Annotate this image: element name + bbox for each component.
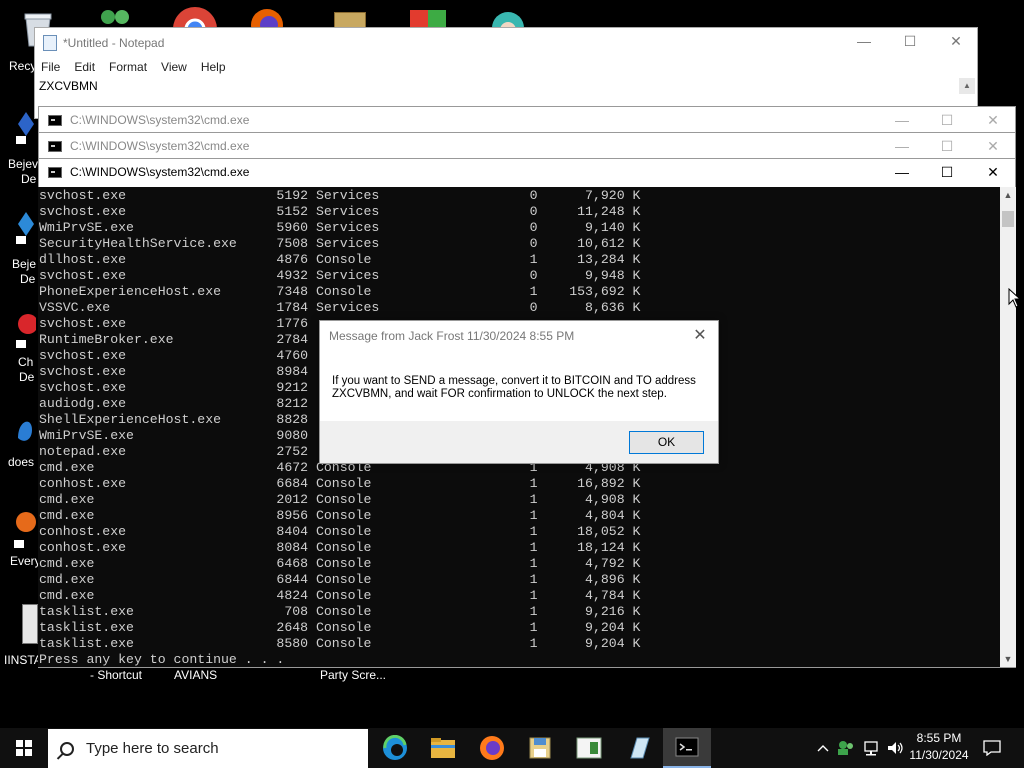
console-scrollbar[interactable]: ▲ ▼ bbox=[1000, 187, 1016, 667]
users-icon[interactable] bbox=[96, 8, 136, 28]
desktop-icon-label: AVIANS bbox=[174, 668, 218, 682]
notepad-title: *Untitled - Notepad bbox=[63, 35, 165, 50]
firefox-icon[interactable] bbox=[250, 8, 284, 28]
anime-icon[interactable] bbox=[486, 8, 530, 28]
maximize-button[interactable]: ☐ bbox=[932, 161, 962, 183]
taskbar-firefox[interactable] bbox=[468, 728, 516, 768]
floppy-icon bbox=[529, 737, 551, 759]
cmd-title: C:\WINDOWS\system32\cmd.exe bbox=[70, 113, 250, 127]
taskbar-floppy-app[interactable] bbox=[516, 728, 564, 768]
chuzzle-icon[interactable] bbox=[16, 312, 38, 350]
cmd-icon bbox=[675, 737, 699, 757]
windows-logo-icon bbox=[16, 740, 32, 756]
edge-icon bbox=[383, 735, 407, 760]
notepad-text-area[interactable]: ZXCVBMN bbox=[35, 77, 977, 93]
maximize-button[interactable]: ☐ bbox=[932, 109, 962, 131]
message-dialog[interactable]: Message from Jack Frost 11/30/2024 8:55 … bbox=[319, 320, 719, 464]
desktop-icon-label: Recy bbox=[9, 59, 37, 73]
close-button[interactable]: ✕ bbox=[978, 161, 1008, 183]
search-box[interactable]: Type here to search bbox=[48, 729, 368, 768]
game-icon[interactable] bbox=[14, 410, 36, 450]
desktop-icon-label: Party Scre... bbox=[320, 668, 387, 682]
tray-users-icon[interactable] bbox=[836, 728, 856, 768]
desktop-icon-label: Beje bbox=[12, 257, 37, 271]
cmd-icon bbox=[48, 114, 62, 126]
taskbar-edge[interactable] bbox=[371, 728, 419, 768]
clock-time: 8:55 PM bbox=[916, 731, 962, 745]
cmd-titlebar[interactable]: C:\WINDOWS\system32\cmd.exe bbox=[39, 107, 1015, 133]
desktop-icon-label: - Shortcut bbox=[90, 668, 143, 682]
menu-file[interactable]: File bbox=[41, 60, 60, 74]
bejeweled-icon[interactable] bbox=[16, 110, 36, 144]
close-button[interactable]: ✕ bbox=[941, 30, 971, 52]
close-button[interactable]: ✕ bbox=[978, 109, 1008, 131]
scroll-up-arrow[interactable]: ▲ bbox=[1000, 187, 1016, 203]
cmd-title: C:\WINDOWS\system32\cmd.exe bbox=[70, 139, 250, 153]
volume-icon[interactable] bbox=[884, 728, 906, 768]
menu-edit[interactable]: Edit bbox=[74, 60, 95, 74]
clock-date: 11/30/2024 bbox=[909, 748, 969, 762]
desktop-icon-label: De bbox=[21, 172, 37, 186]
minimize-button[interactable]: — bbox=[887, 109, 917, 131]
notepad-scroll-up[interactable]: ▲ bbox=[959, 78, 975, 94]
desktop-icon-label: De bbox=[19, 370, 35, 384]
file-explorer-icon bbox=[431, 738, 455, 758]
installer-icon[interactable] bbox=[22, 604, 38, 644]
minimize-button[interactable]: — bbox=[849, 30, 879, 52]
notification-icon[interactable] bbox=[980, 728, 1004, 768]
notepad-titlebar[interactable]: *Untitled - Notepad bbox=[35, 28, 977, 57]
taskbar-file-explorer[interactable] bbox=[419, 728, 467, 768]
firefox-icon bbox=[480, 736, 504, 760]
dialog-close-button[interactable]: ✕ bbox=[688, 325, 712, 347]
tray-overflow-chevron-icon[interactable] bbox=[814, 728, 832, 768]
desktop-icon-label: Bejev bbox=[8, 157, 39, 171]
cmd-titlebar[interactable]: C:\WINDOWS\system32\cmd.exe bbox=[39, 159, 1015, 185]
taskbar-cmd[interactable] bbox=[663, 728, 711, 768]
cmd-icon bbox=[48, 166, 62, 178]
bejeweled-icon[interactable] bbox=[16, 210, 36, 244]
notepad-menubar: File Edit Format View Help bbox=[35, 57, 977, 77]
search-icon bbox=[60, 741, 74, 756]
mouse-cursor-icon bbox=[1008, 287, 1022, 308]
minimize-button[interactable]: — bbox=[887, 161, 917, 183]
cmd-icon bbox=[48, 140, 62, 152]
notepad-icon bbox=[43, 34, 57, 51]
search-placeholder: Type here to search bbox=[86, 740, 219, 757]
dialog-footer: OK bbox=[320, 421, 718, 463]
window-app-icon bbox=[576, 737, 602, 759]
taskbar-control-app[interactable] bbox=[565, 728, 613, 768]
desktop-icon-label: does bbox=[8, 455, 35, 469]
network-icon[interactable] bbox=[860, 728, 882, 768]
scroll-down-arrow[interactable]: ▼ bbox=[1000, 651, 1016, 667]
taskbar-clock[interactable]: 8:55 PM 11/30/2024 bbox=[906, 730, 972, 764]
desktop-icon-label: Ch bbox=[18, 355, 34, 369]
cmd-titlebar[interactable]: C:\WINDOWS\system32\cmd.exe bbox=[39, 133, 1015, 159]
desktop-icon-label: Every bbox=[10, 554, 41, 568]
taskbar-notepad[interactable] bbox=[614, 728, 662, 768]
chrome-icon[interactable] bbox=[172, 6, 218, 28]
desktop-icon-label: IINSTA bbox=[4, 653, 42, 667]
everyday-icon[interactable] bbox=[14, 508, 36, 550]
cmd-title: C:\WINDOWS\system32\cmd.exe bbox=[70, 165, 250, 179]
scroll-thumb[interactable] bbox=[1002, 211, 1014, 227]
menu-view[interactable]: View bbox=[161, 60, 187, 74]
ok-button[interactable]: OK bbox=[629, 431, 704, 454]
desktop-icon-label: De bbox=[20, 272, 36, 286]
package-icon[interactable] bbox=[334, 12, 366, 28]
maximize-button[interactable]: ☐ bbox=[932, 135, 962, 157]
maximize-button[interactable]: ☐ bbox=[895, 30, 925, 52]
dialog-message: If you want to SEND a message, convert i… bbox=[332, 375, 696, 400]
minimize-button[interactable]: — bbox=[887, 135, 917, 157]
notepad-icon bbox=[630, 737, 650, 759]
shield-icon[interactable] bbox=[408, 8, 448, 28]
taskbar: Type here to search 8:55 PM 11/30/2024 bbox=[0, 728, 1024, 768]
menu-format[interactable]: Format bbox=[109, 60, 147, 74]
close-button[interactable]: ✕ bbox=[978, 135, 1008, 157]
start-button[interactable] bbox=[0, 728, 48, 768]
menu-help[interactable]: Help bbox=[201, 60, 226, 74]
dialog-title: Message from Jack Frost 11/30/2024 8:55 … bbox=[329, 329, 575, 343]
